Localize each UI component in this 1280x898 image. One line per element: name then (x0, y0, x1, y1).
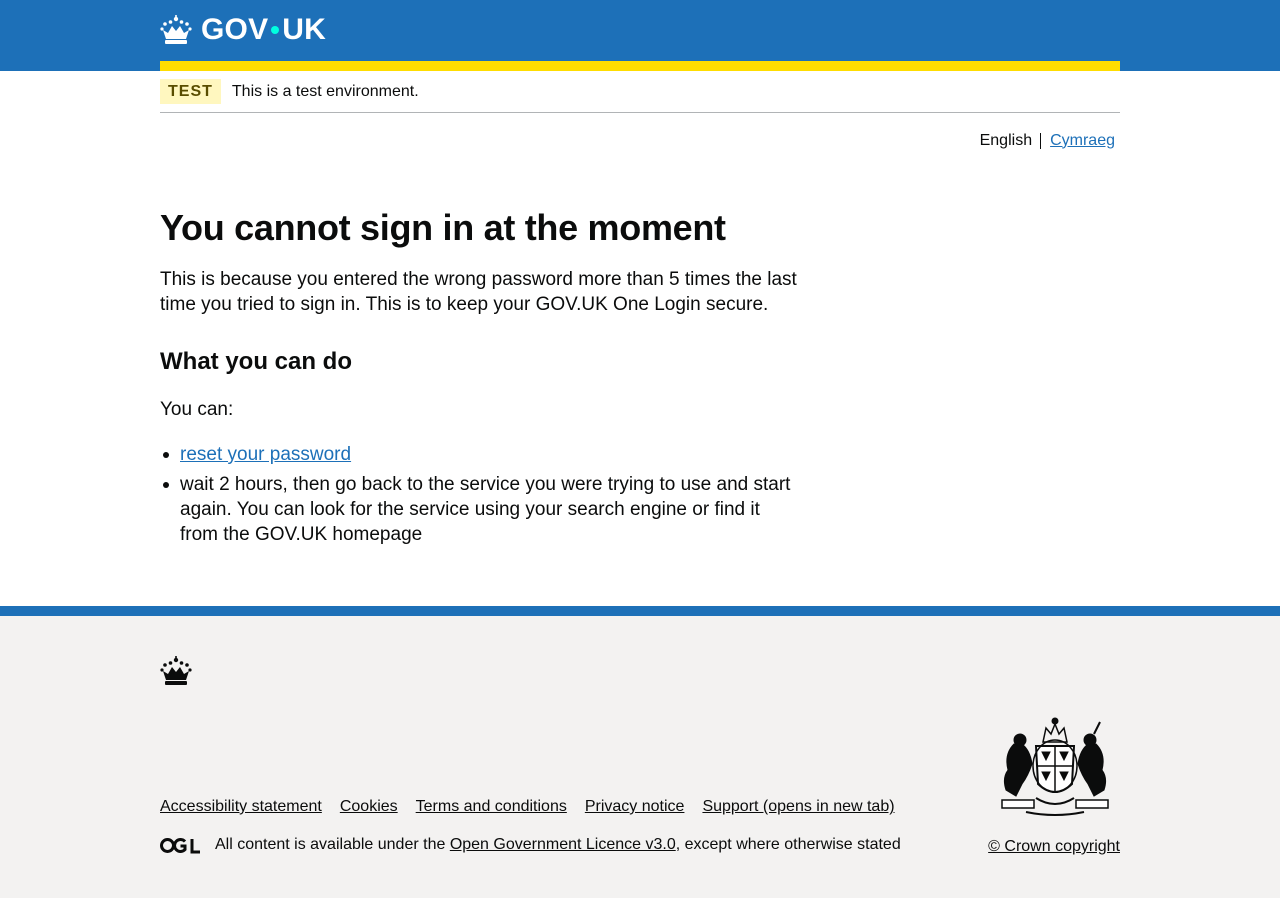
language-link-cymraeg[interactable]: Cymraeg (1050, 132, 1115, 150)
logo-wordmark: GOV UK (201, 13, 326, 47)
royal-coat-of-arms-icon (1001, 717, 1109, 816)
language-toggle: English Cymraeg (160, 113, 1120, 168)
footer-container: Accessibility statement Cookies Terms an… (160, 616, 1120, 898)
footer-link-accessibility[interactable]: Accessibility statement (160, 798, 322, 816)
options-list: reset your password wait 2 hours, then g… (160, 442, 800, 547)
phase-banner: TEST This is a test environment. (160, 71, 1120, 113)
logo-text-gov: GOV (201, 13, 269, 46)
footer-links: Accessibility statement Cookies Terms an… (160, 798, 913, 816)
header-yellow-stripe (160, 61, 1120, 71)
footer-link-cookies[interactable]: Cookies (340, 798, 398, 816)
crown-copyright-link[interactable]: © Crown copyright (988, 838, 1120, 856)
main-content: You cannot sign in at the moment This is… (160, 168, 800, 547)
ogl-logo-icon (160, 837, 200, 853)
footer-link-privacy[interactable]: Privacy notice (585, 798, 685, 816)
logo-dot (271, 26, 280, 34)
reset-password-link[interactable]: reset your password (180, 444, 351, 465)
govuk-logo-link[interactable]: GOV UK (160, 12, 326, 48)
site-footer: Accessibility statement Cookies Terms an… (0, 606, 1280, 898)
header-container: GOV UK (160, 0, 1120, 71)
crown-icon (160, 15, 192, 44)
site-header: GOV UK (0, 0, 1280, 71)
licence-link[interactable]: Open Government Licence v3.0 (450, 836, 676, 854)
phase-text: This is a test environment. (231, 82, 419, 100)
licence-prefix: All content is available under the (215, 836, 450, 853)
section-heading: What you can do (160, 348, 352, 375)
footer-link-support[interactable]: Support (opens in new tab) (702, 798, 894, 816)
phase-tag: TEST (160, 79, 221, 104)
footer-link-terms[interactable]: Terms and conditions (416, 798, 567, 816)
list-item: reset your password (160, 442, 800, 467)
page-title: You cannot sign in at the moment (160, 207, 726, 248)
language-current: English (980, 132, 1042, 149)
you-can-text: You can: (160, 399, 234, 420)
crown-icon (160, 656, 192, 685)
licence-suffix: , except where otherwise stated (675, 836, 901, 853)
logo-text-uk: UK (282, 13, 327, 46)
intro-paragraph: This is because you entered the wrong pa… (160, 269, 797, 315)
list-item: wait 2 hours, then go back to the servic… (160, 472, 800, 547)
page-container: TEST This is a test environment. English… (160, 71, 1120, 547)
licence-statement: All content is available under the Open … (160, 836, 901, 854)
